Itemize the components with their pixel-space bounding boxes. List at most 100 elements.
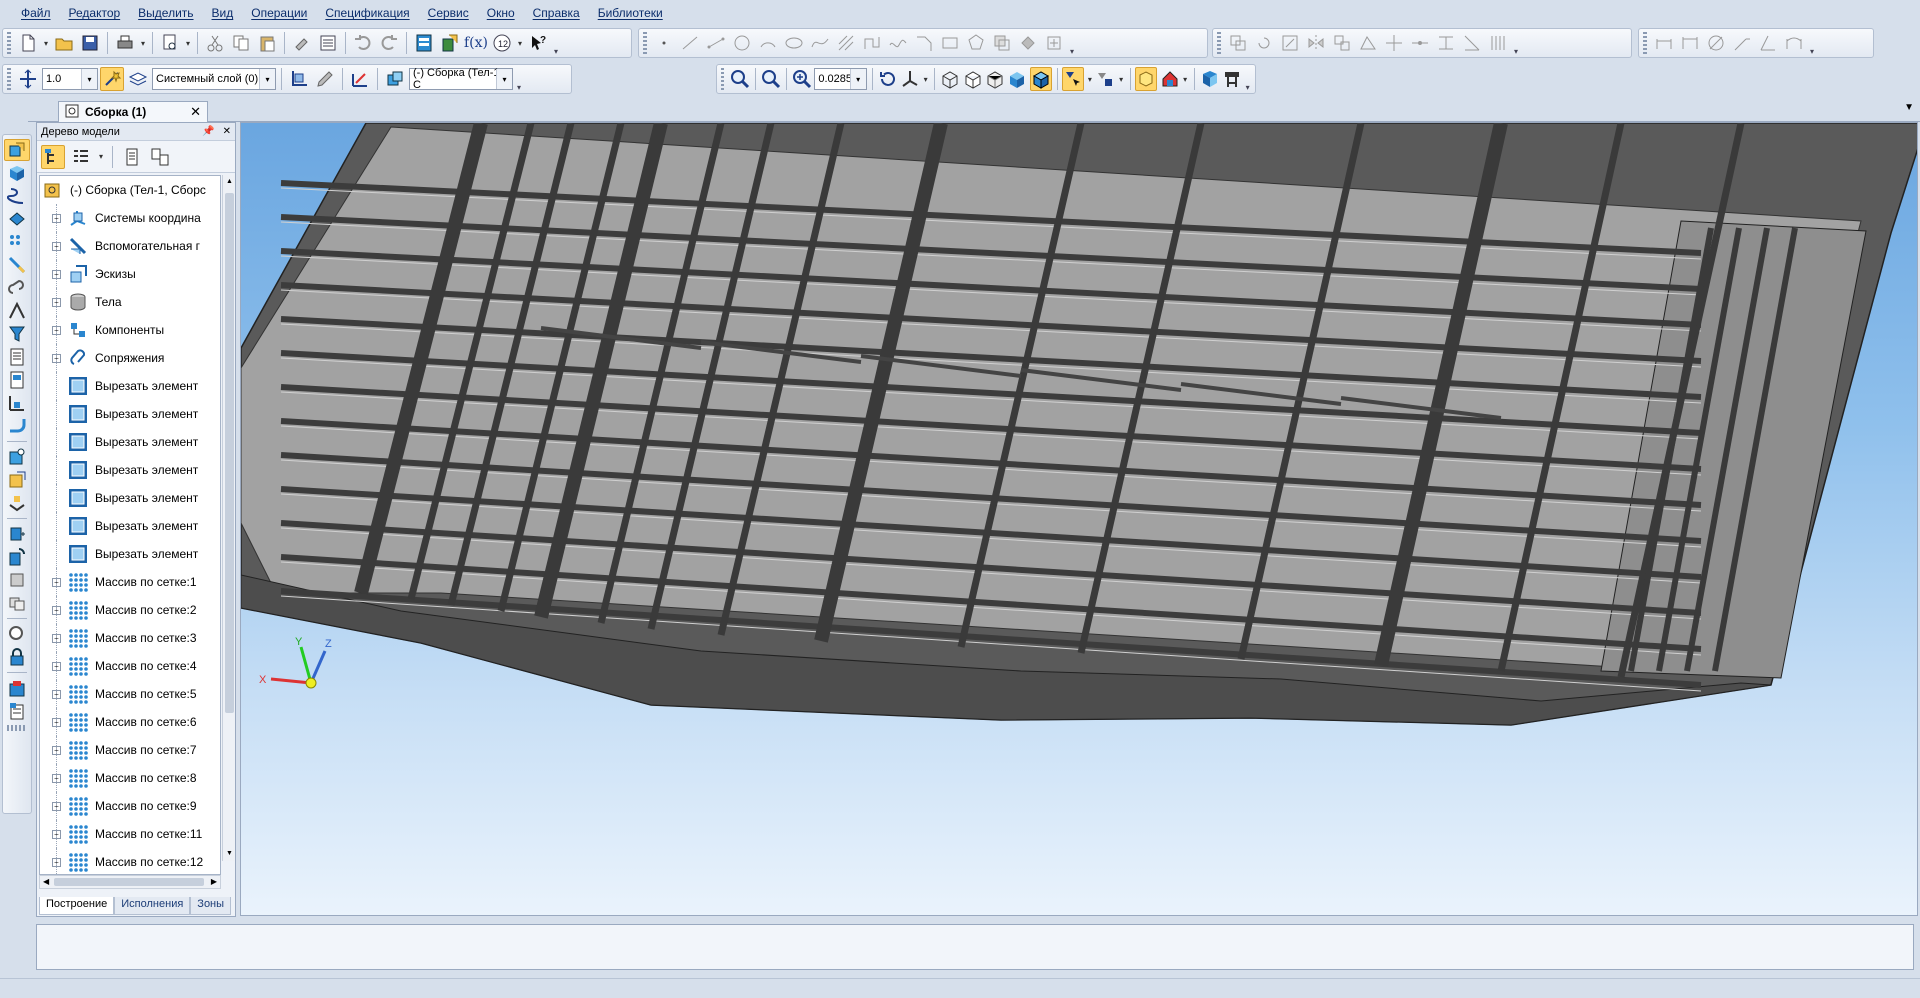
manager-icon[interactable] (412, 31, 436, 55)
filter-icon[interactable] (4, 323, 30, 345)
scroll-down-icon[interactable]: ▼ (223, 847, 236, 861)
zoom-combo[interactable]: 0.0285 ▾ (814, 68, 867, 90)
circle-icon[interactable] (730, 31, 754, 55)
orientation-icon[interactable] (900, 67, 920, 91)
tab-list-chevron-icon[interactable]: ▼ (1904, 102, 1914, 113)
tree-item[interactable]: + Массив по сетке:1 (40, 568, 220, 596)
copy-objects-icon[interactable] (1330, 31, 1354, 55)
tree-item[interactable]: + Массив по сетке:9 (40, 792, 220, 820)
properties-icon[interactable] (316, 31, 340, 55)
format-painter-icon[interactable] (290, 31, 314, 55)
tree-horizontal-scrollbar[interactable]: ◀ ▶ (39, 875, 221, 889)
tree-root[interactable]: (-) Сборка (Тел-1, Сборс (40, 176, 220, 204)
menu-item[interactable]: Сервис (419, 0, 478, 26)
pin-icon[interactable]: 📌 (202, 126, 214, 137)
radial-dimension-icon[interactable] (1730, 31, 1754, 55)
linear-dimension-icon[interactable] (1678, 31, 1702, 55)
menu-item[interactable]: Выделить (129, 0, 202, 26)
tree-item[interactable]: Вырезать элемент (40, 456, 220, 484)
chevron-down-icon[interactable]: ▾ (1182, 67, 1189, 91)
curves-icon[interactable] (4, 185, 30, 207)
tree-item[interactable]: + Компоненты (40, 316, 220, 344)
tree-tab[interactable]: Зоны (190, 897, 232, 915)
tree-item[interactable]: + Эскизы (40, 260, 220, 288)
tree-item[interactable]: + Массив по сетке:6 (40, 708, 220, 736)
point-icon[interactable] (652, 31, 676, 55)
tree-structure-icon[interactable] (41, 144, 65, 169)
layer-combo[interactable]: Системный слой (0) ▾ (152, 68, 276, 90)
chevron-down-icon[interactable]: ▾ (139, 31, 147, 55)
save-icon[interactable] (78, 31, 102, 55)
toolbar-grip[interactable] (643, 32, 647, 54)
move-icon[interactable] (1226, 31, 1250, 55)
chevron-down-icon[interactable]: ▾ (97, 145, 105, 169)
print-preview-icon[interactable] (158, 31, 182, 55)
thin-hidden-icon[interactable] (985, 67, 1005, 91)
tree-item[interactable]: + Тела (40, 288, 220, 316)
tree-item[interactable]: + Массив по сетке:3 (40, 624, 220, 652)
chamfer-icon[interactable] (912, 31, 936, 55)
toolbar-overflow[interactable]: ▾ (1512, 30, 1520, 56)
menu-item[interactable]: Справка (524, 0, 589, 26)
menu-item[interactable]: Вид (203, 0, 243, 26)
close-icon[interactable]: ✕ (223, 126, 231, 137)
shaded-icon[interactable] (1007, 67, 1027, 91)
ellipse-icon[interactable] (782, 31, 806, 55)
line-icon[interactable] (678, 31, 702, 55)
tree-item[interactable]: + Массив по сетке:5 (40, 680, 220, 708)
menu-item[interactable]: Окно (478, 0, 524, 26)
arc-dimension-icon[interactable] (1782, 31, 1806, 55)
specification-icon[interactable] (4, 346, 30, 368)
parts-icon[interactable] (4, 162, 30, 184)
tree-item[interactable]: + Вспомогательная г (40, 232, 220, 260)
order-icon[interactable]: 12 (490, 31, 514, 55)
light-source-icon[interactable] (1159, 67, 1179, 91)
chevron-down-icon[interactable]: ▾ (42, 31, 50, 55)
split-icon[interactable] (1434, 31, 1458, 55)
spline-icon[interactable] (808, 31, 832, 55)
diameter-dimension-icon[interactable] (1704, 31, 1728, 55)
deform-icon[interactable] (1356, 31, 1380, 55)
arc-icon[interactable] (756, 31, 780, 55)
tree-item[interactable]: + Массив по сетке:8 (40, 764, 220, 792)
tree-item[interactable]: Вырезать элемент (40, 512, 220, 540)
chevron-down-icon[interactable]: ▾ (184, 31, 192, 55)
scroll-left-icon[interactable]: ◀ (43, 877, 49, 886)
zoom-panel-icon[interactable] (4, 623, 30, 645)
rotate-component-icon[interactable] (4, 546, 30, 568)
toolbar-overflow[interactable]: ▾ (1244, 66, 1251, 92)
copy-icon[interactable] (229, 31, 253, 55)
shaded-edges-icon[interactable] (1029, 67, 1052, 91)
surfaces-icon[interactable] (4, 208, 30, 230)
help-pointer-icon[interactable]: ? (526, 31, 550, 55)
tree-tab[interactable]: Исполнения (114, 897, 191, 915)
toolbar-grip[interactable] (721, 68, 725, 90)
chevron-down-icon[interactable]: ▾ (496, 69, 512, 89)
insert-component-icon[interactable] (4, 446, 30, 468)
measure-icon[interactable] (1222, 67, 1242, 91)
snap-icon[interactable] (100, 67, 124, 91)
tree-split-icon[interactable] (148, 145, 172, 169)
edit-assembly-icon[interactable] (4, 139, 30, 161)
segment-icon[interactable] (704, 31, 728, 55)
tree-view-mode-icon[interactable] (69, 145, 93, 169)
scroll-up-icon[interactable]: ▲ (223, 175, 236, 189)
create-component-icon[interactable] (4, 469, 30, 491)
fix-component-icon[interactable] (4, 569, 30, 591)
assembly-model[interactable]: X Y Z (241, 123, 1918, 916)
chevron-down-icon[interactable]: ▾ (922, 67, 929, 91)
scroll-thumb[interactable] (54, 878, 204, 886)
tree-item[interactable]: Вырезать элемент (40, 400, 220, 428)
close-icon[interactable]: ✕ (190, 104, 201, 120)
wireframe-icon[interactable] (940, 67, 960, 91)
chevron-down-icon[interactable]: ▾ (1118, 67, 1125, 91)
new-document-icon[interactable] (16, 31, 40, 55)
zoom-in-icon[interactable] (761, 67, 781, 91)
scroll-right-icon[interactable]: ▶ (211, 877, 217, 886)
3d-viewport[interactable]: X Y Z (240, 122, 1918, 916)
tree-document-icon[interactable] (120, 145, 144, 169)
mate-component-icon[interactable] (4, 492, 30, 514)
move-component-icon[interactable] (4, 523, 30, 545)
collision-icon[interactable] (4, 592, 30, 614)
toolbar-grip[interactable] (7, 68, 11, 90)
